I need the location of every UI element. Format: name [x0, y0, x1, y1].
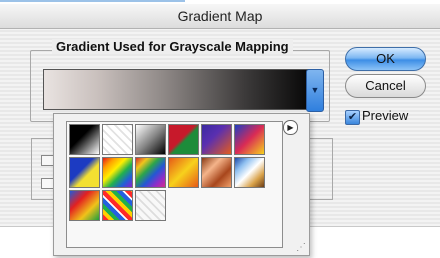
dialog-title: Gradient Map — [177, 8, 263, 24]
gradient-swatch-red-green[interactable] — [168, 124, 199, 155]
gradient-swatch-transparent[interactable] — [102, 124, 133, 155]
gradient-swatch-spectrum-2[interactable] — [135, 157, 166, 188]
gradient-swatch-chrome[interactable] — [234, 157, 265, 188]
gradient-swatch-spectrum-transparent[interactable] — [102, 190, 133, 221]
gradient-dropdown-arrow-icon[interactable]: ▼ — [306, 69, 324, 112]
gradient-preview-bar[interactable] — [43, 69, 313, 110]
preview-checkbox[interactable]: ✔ — [345, 110, 360, 125]
gradient-swatch-black-white[interactable] — [69, 124, 100, 155]
gradient-swatch-rainbow-stripes[interactable] — [69, 190, 100, 221]
gradient-swatch-blue-red-yellow[interactable] — [234, 124, 265, 155]
gradient-swatch-black-white-soft[interactable] — [135, 124, 166, 155]
gradient-swatch-grid — [66, 121, 283, 248]
gradient-swatch-copper[interactable] — [201, 157, 232, 188]
gradient-group-label: Gradient Used for Grayscale Mapping — [52, 39, 293, 54]
gradient-swatch-spectrum[interactable] — [102, 157, 133, 188]
cancel-button[interactable]: Cancel — [345, 74, 426, 98]
gradient-swatch-checker-transparent[interactable] — [135, 190, 166, 221]
title-bar[interactable]: Gradient Map — [0, 4, 440, 29]
resize-grip-icon[interactable]: ⋰ — [296, 242, 306, 253]
preview-label: Preview — [362, 108, 409, 123]
gradient-picker-popup: ▶ ⋰ — [53, 113, 310, 256]
ok-button[interactable]: OK — [345, 47, 426, 71]
gradient-swatch-blue-yellow[interactable] — [69, 157, 100, 188]
gradient-swatch-orange-yellow-orange[interactable] — [168, 157, 199, 188]
accent-line — [0, 0, 185, 2]
gradient-swatch-violet-orange[interactable] — [201, 124, 232, 155]
picker-menu-icon[interactable]: ▶ — [283, 120, 298, 135]
